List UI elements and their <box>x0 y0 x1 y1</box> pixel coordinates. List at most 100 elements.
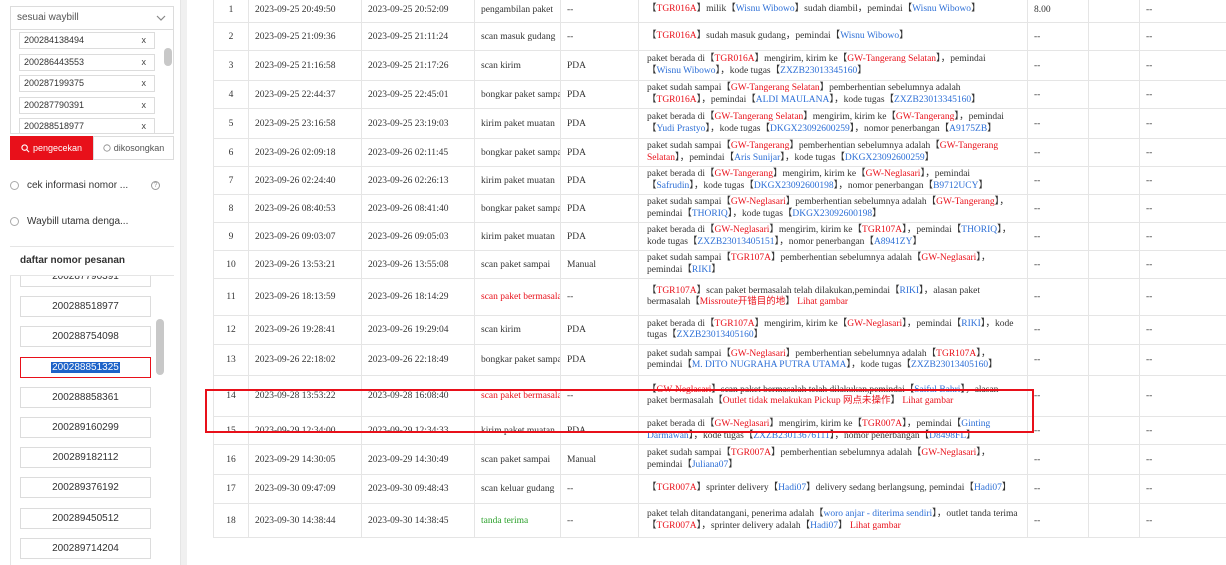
upload-time: 2023-09-26 22:18:49 <box>361 344 475 376</box>
upload-time: 2023-09-26 08:41:40 <box>361 194 475 223</box>
waybill-input-box[interactable]: 200284138494 x 200286443553 x 200287199375 x 2… <box>10 30 174 134</box>
view-image-link[interactable]: Lihat gambar <box>900 396 953 406</box>
info-segment: TGR007A <box>862 419 903 429</box>
help-icon[interactable]: ? <box>151 181 160 190</box>
table-row: 11 2023-09-26 18:13:59 2023-09-26 18:14:29… <box>213 278 1226 316</box>
close-icon[interactable]: x <box>142 78 147 88</box>
weight: -- <box>1027 50 1089 81</box>
remark: -- <box>1139 22 1226 51</box>
close-icon[interactable]: x <box>142 100 147 110</box>
order-list-item[interactable]: 200289450512 <box>20 507 151 529</box>
table-row: 2 2023-09-25 21:09:36 2023-09-25 21:11:24 s… <box>213 22 1226 51</box>
empty-cell <box>1088 138 1140 167</box>
info-segment: TGR016A <box>656 30 697 41</box>
close-icon[interactable]: x <box>142 121 147 131</box>
device-type: PDA <box>560 344 639 376</box>
upload-time: 2023-09-25 21:11:24 <box>361 22 475 51</box>
row-number: 13 <box>213 344 249 376</box>
panel-scrollbar-track[interactable] <box>181 0 187 565</box>
table-row: 1 2023-09-25 20:49:50 2023-09-25 20:52:09 p… <box>213 0 1226 23</box>
event-type: kirim paket muatan <box>474 108 561 139</box>
waybill-tag: 200288518977 x <box>19 118 155 133</box>
info-segment: 】，kode tugas【 <box>829 94 895 105</box>
waybill-tag-label: 200284138494 <box>24 35 85 45</box>
weight: -- <box>1027 278 1089 316</box>
option-check-info[interactable]: cek informasi nomor ... ? <box>10 180 174 191</box>
scan-time: 2023-09-26 19:28:41 <box>248 315 362 345</box>
order-list-item[interactable]: 200288518977 <box>20 296 151 318</box>
info-segment: Hadi07 <box>778 483 807 494</box>
info-segment: 】sudah masuk gudang，pemindai【 <box>696 30 841 41</box>
info-segment: paket sudah sampai【 <box>647 348 731 359</box>
order-list-item[interactable]: 200288851325 <box>20 356 151 378</box>
device-type: Manual <box>560 444 639 475</box>
device-type: Manual <box>560 250 639 279</box>
order-number: 200287790391 <box>52 276 119 282</box>
info-segment: DKGX23092600259 <box>770 123 850 134</box>
remark: -- <box>1139 50 1226 81</box>
order-list-item[interactable]: 200289160299 <box>20 417 151 438</box>
info-segment: GW-Tangerang <box>936 197 995 207</box>
info-segment: ZXZB23013405160 <box>676 330 754 340</box>
info-segment: GW-Neglasari <box>865 169 921 179</box>
upload-time: 2023-09-26 18:14:29 <box>361 278 475 316</box>
event-type: scan masuk gudang <box>474 22 561 51</box>
empty-cell <box>1088 375 1140 417</box>
info-segment: TGR107A <box>936 348 977 359</box>
info-segment: TGR016A <box>714 54 755 64</box>
weight: -- <box>1027 80 1089 109</box>
order-list-item[interactable]: 200289376192 <box>20 477 151 499</box>
tracking-info: paket berada di【GW-Tangerang】mengirim, k… <box>638 166 1028 195</box>
order-list-item[interactable]: 200289714204 <box>20 537 151 559</box>
tracking-info: paket berada di【TGR107A】mengirim, kirim … <box>638 315 1028 345</box>
order-list-item[interactable]: 200288754098 <box>20 326 151 348</box>
order-number: 200289376192 <box>52 482 119 494</box>
event-type: scan paket bermasalah <box>474 375 561 417</box>
remark: -- <box>1139 80 1226 109</box>
info-segment: ZXZB23013345160 <box>894 94 972 105</box>
row-number: 3 <box>213 50 249 81</box>
device-type: PDA <box>560 166 639 195</box>
view-image-link[interactable]: Lihat gambar <box>795 297 848 307</box>
waybill-scrollbar[interactable] <box>164 48 172 66</box>
info-segment: 】 <box>987 123 997 134</box>
waybill-tag-label: 200287199375 <box>24 78 85 88</box>
option-main-waybill[interactable]: Waybill utama denga... <box>10 216 174 227</box>
order-list-item[interactable]: 200287790391 <box>20 276 151 287</box>
info-segment: 】 <box>890 396 901 406</box>
radio-icon[interactable] <box>10 217 19 226</box>
row-number: 12 <box>213 315 249 345</box>
info-segment: B9712UCY <box>933 180 979 191</box>
order-list-scrollbar[interactable] <box>156 319 164 375</box>
device-type: PDA <box>560 138 639 167</box>
tracking-info: 【TGR016A】sudah masuk gudang，pemindai【Wis… <box>638 22 1028 51</box>
scan-time: 2023-09-25 20:49:50 <box>248 0 362 23</box>
info-segment: 【 <box>647 384 657 395</box>
close-icon[interactable]: x <box>142 35 147 45</box>
event-type: pengambilan paket <box>474 0 561 23</box>
info-segment: 】，sprinter delivery adalah【 <box>696 520 811 531</box>
upload-time: 2023-09-25 22:45:01 <box>361 80 475 109</box>
search-button[interactable]: pengecekan <box>10 136 93 160</box>
info-segment: paket berada di【 <box>647 419 715 429</box>
search-type-dropdown[interactable]: sesuai waybill <box>10 6 174 30</box>
remark: -- <box>1139 344 1226 376</box>
table-row: 12 2023-09-26 19:28:41 2023-09-26 19:29:04… <box>213 315 1226 345</box>
radio-icon[interactable] <box>10 181 19 190</box>
device-type: PDA <box>560 194 639 223</box>
order-list-item[interactable]: 200288858361 <box>20 386 151 408</box>
info-segment: 】 <box>912 236 922 247</box>
info-segment: 】 <box>711 264 721 275</box>
upload-time: 2023-09-25 23:19:03 <box>361 108 475 139</box>
info-segment: 】，pemindai【 <box>902 225 962 235</box>
order-list-item[interactable]: 200289182112 <box>20 447 151 469</box>
clear-button[interactable]: dikosongkan <box>93 136 174 160</box>
info-segment: GW-Neglasari <box>847 318 903 329</box>
close-icon[interactable]: x <box>142 57 147 67</box>
waybill-tag-label: 200287790391 <box>24 99 85 110</box>
device-type: PDA <box>560 416 639 445</box>
tracking-info: paket sudah sampai【GW-Tangerang】pemberhe… <box>638 138 1028 167</box>
weight: -- <box>1027 503 1089 538</box>
info-segment: ZXZB23013345160 <box>780 65 858 76</box>
view-image-link[interactable]: Lihat gambar <box>848 521 901 531</box>
